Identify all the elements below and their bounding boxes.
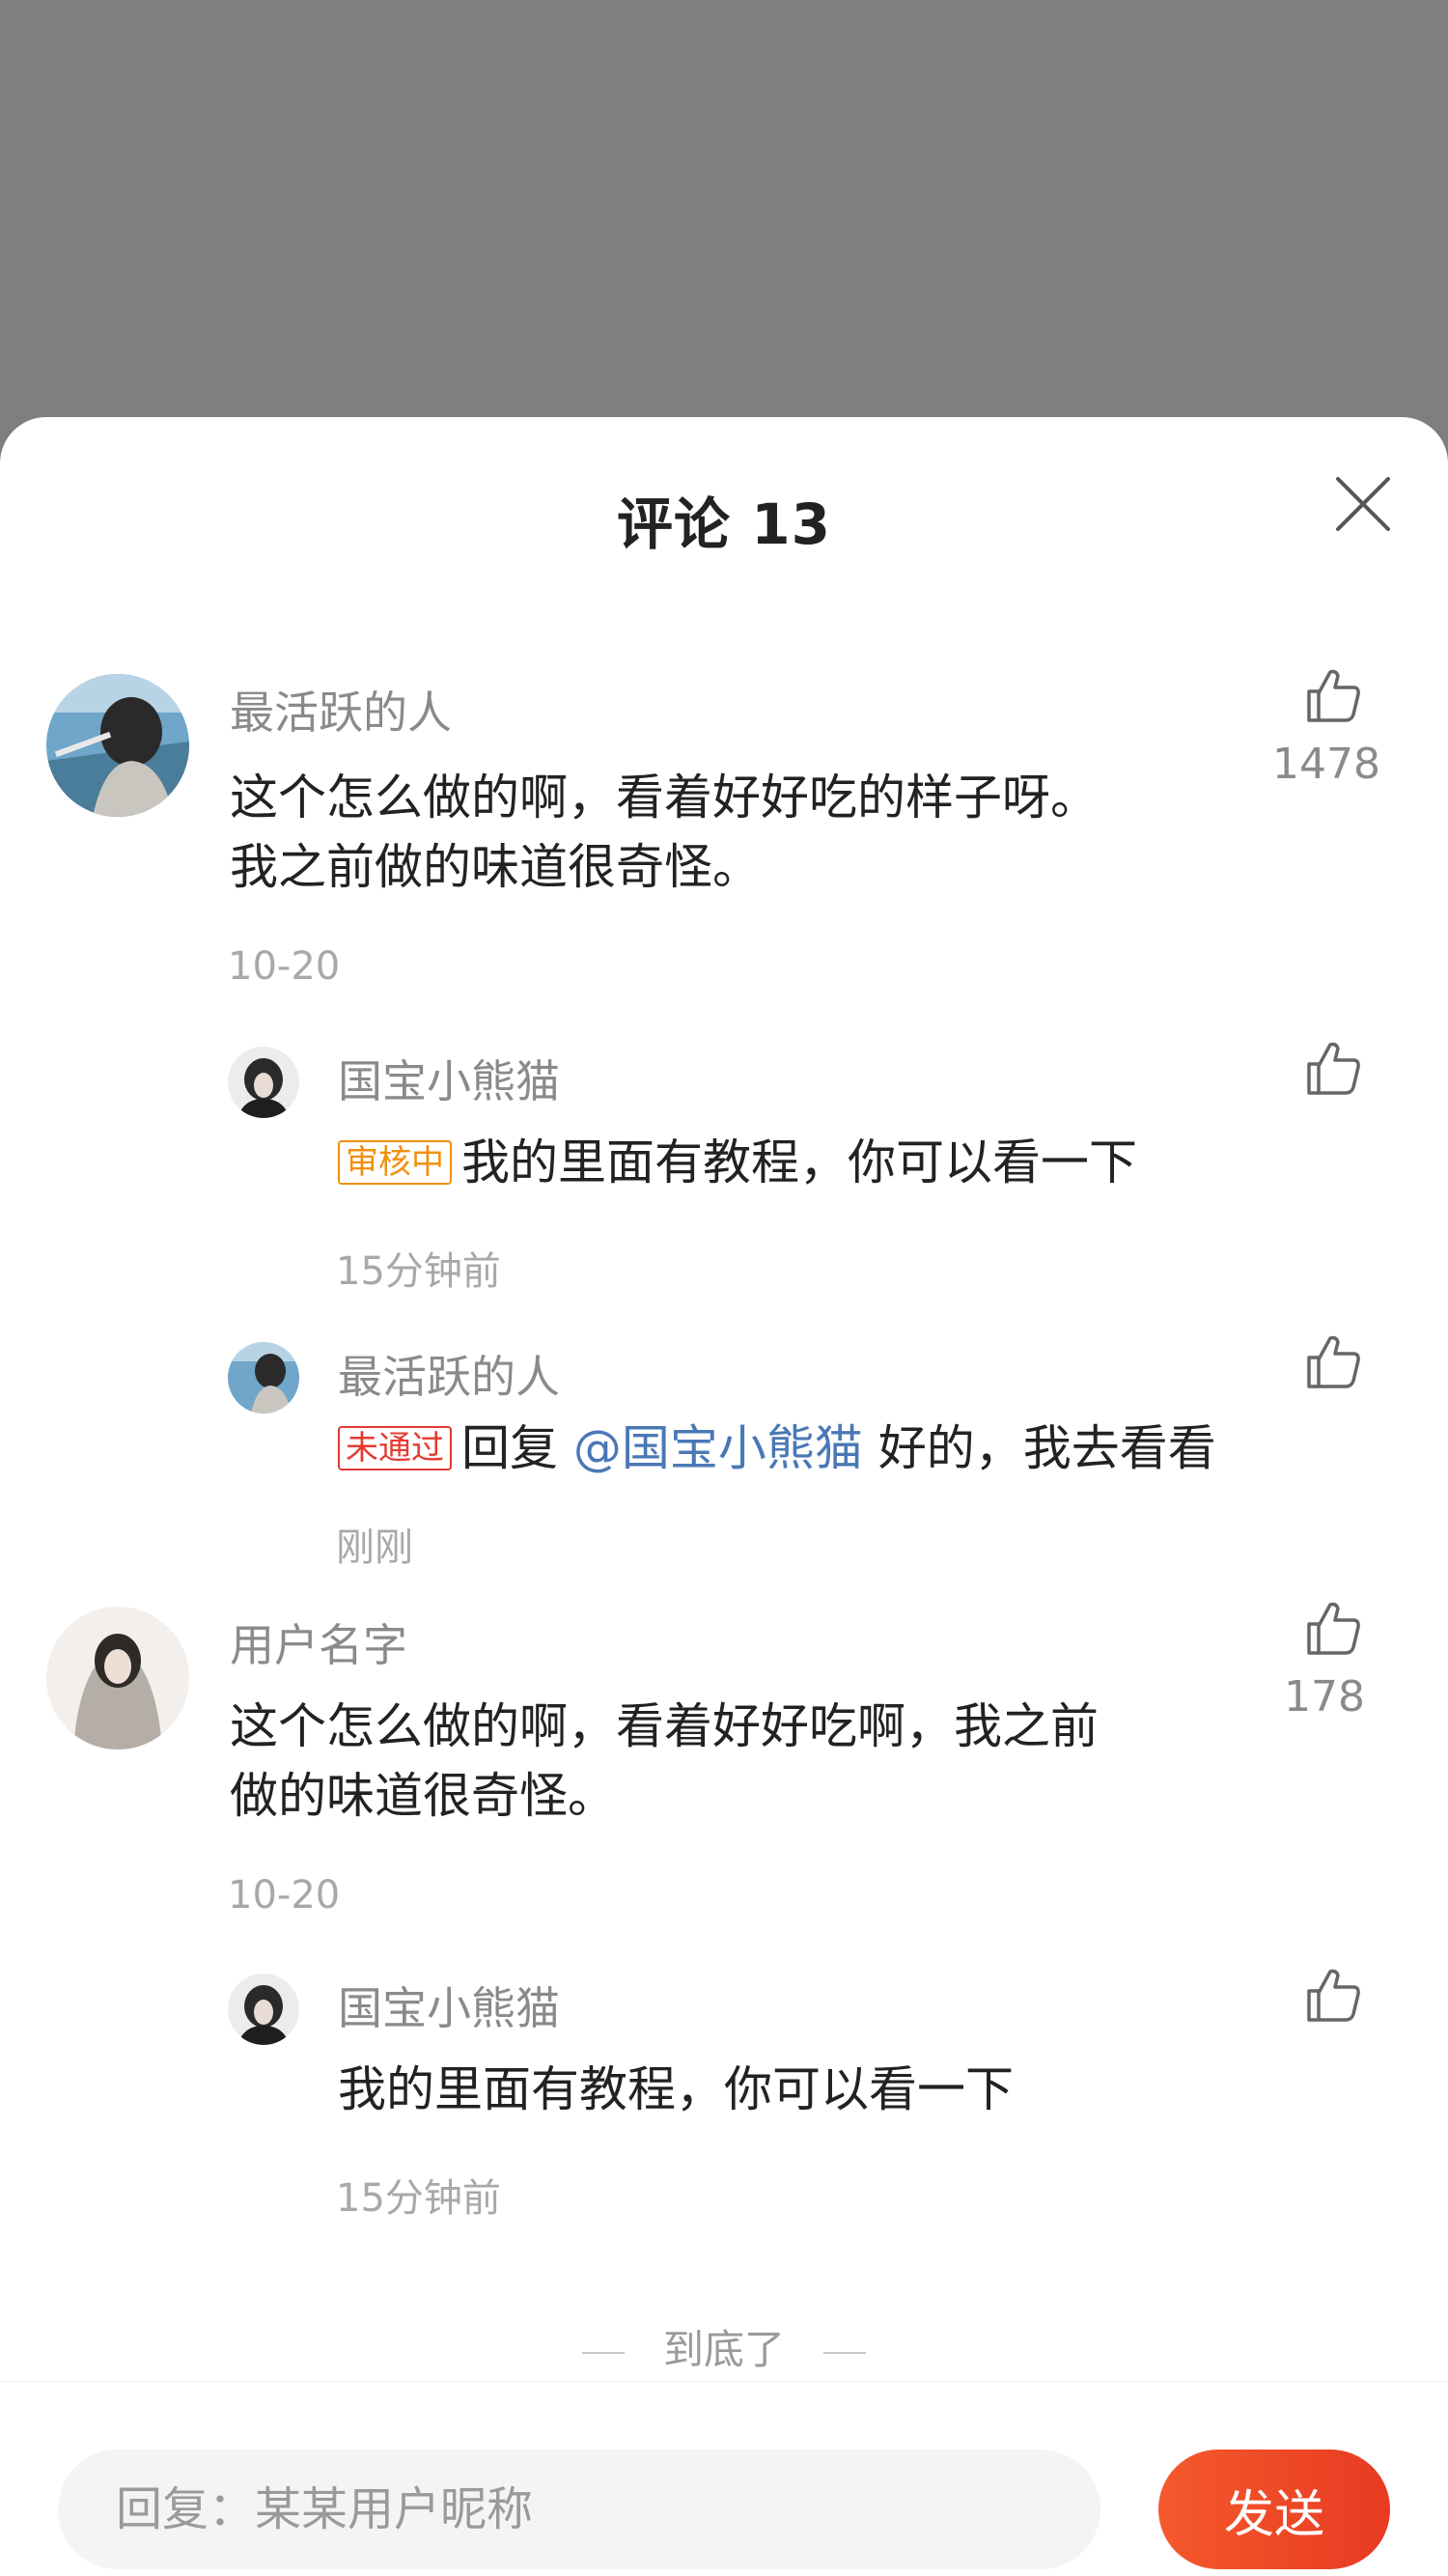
like-icon[interactable] (1301, 1037, 1363, 1099)
comment-sheet: 评论 13 最活跃的人 这个怎么做的啊，看着好好吃的样子呀。 我之前做的味道很奇… (0, 417, 1448, 2576)
reply-username[interactable]: 国宝小熊猫 (338, 1047, 560, 1110)
comment-content-line: 这个怎么做的啊，看着好好吃的样子呀。 (230, 770, 1099, 826)
reply-username[interactable]: 国宝小熊猫 (338, 1974, 560, 2037)
like-icon[interactable] (1301, 664, 1363, 726)
end-text: 到底了 (662, 2326, 785, 2373)
close-icon[interactable] (1332, 473, 1394, 535)
comment-time: 10-20 (228, 944, 341, 989)
end-of-list: 到底了 (0, 2317, 1448, 2376)
comment-content-line: 这个怎么做的啊，看着好好吃啊，我之前 (230, 1698, 1099, 1754)
like-icon[interactable] (1301, 1964, 1363, 2026)
status-badge: 审核中 (338, 1140, 452, 1185)
comment-content-line: 我之前做的味道很奇怪。 (230, 839, 761, 895)
like-count: 1478 (1272, 740, 1380, 789)
reply-time: 15分钟前 (336, 1249, 501, 1294)
mention-link[interactable]: @国宝小熊猫 (573, 1420, 863, 1476)
avatar[interactable] (46, 674, 189, 817)
divider (581, 2351, 625, 2354)
reply-time: 刚刚 (336, 1526, 413, 1570)
comment-content: 这个怎么做的啊，看着好好吃的样子呀。 我之前做的味道很奇怪。 (230, 763, 1099, 902)
reply-text: 我的里面有教程，你可以看一下 (461, 1134, 1137, 1190)
reply-input[interactable] (58, 2450, 1100, 2569)
like-count: 178 (1284, 1672, 1365, 1722)
comment-time: 10-20 (228, 1873, 341, 1918)
reply-content: 审核中 我的里面有教程，你可以看一下 (338, 1128, 1137, 1197)
avatar[interactable] (228, 1342, 299, 1414)
reply-bar: 发送 (0, 2381, 1448, 2576)
like-icon[interactable] (1301, 1597, 1363, 1659)
sheet-title: 评论 13 (617, 491, 831, 557)
reply-time: 15分钟前 (336, 2176, 501, 2221)
reply-text: 好的，我去看看 (877, 1420, 1216, 1476)
send-button[interactable]: 发送 (1158, 2450, 1390, 2569)
reply-content: 我的里面有教程，你可以看一下 (338, 2061, 1014, 2117)
avatar[interactable] (46, 1607, 189, 1750)
status-badge: 未通过 (338, 1426, 452, 1470)
avatar[interactable] (228, 1047, 299, 1118)
comment-username[interactable]: 用户名字 (230, 1610, 407, 1674)
reply-prefix: 回复 (461, 1420, 558, 1476)
comment-content-line: 做的味道很奇怪。 (230, 1768, 616, 1824)
comment-username[interactable]: 最活跃的人 (230, 678, 452, 742)
like-icon[interactable] (1301, 1330, 1363, 1392)
comment-content: 这个怎么做的啊，看着好好吃啊，我之前 做的味道很奇怪。 (230, 1692, 1099, 1831)
avatar[interactable] (228, 1974, 299, 2045)
reply-username[interactable]: 最活跃的人 (338, 1342, 560, 1406)
reply-content: 未通过 回复 @国宝小熊猫 好的，我去看看 (338, 1414, 1216, 1483)
divider (823, 2351, 866, 2354)
